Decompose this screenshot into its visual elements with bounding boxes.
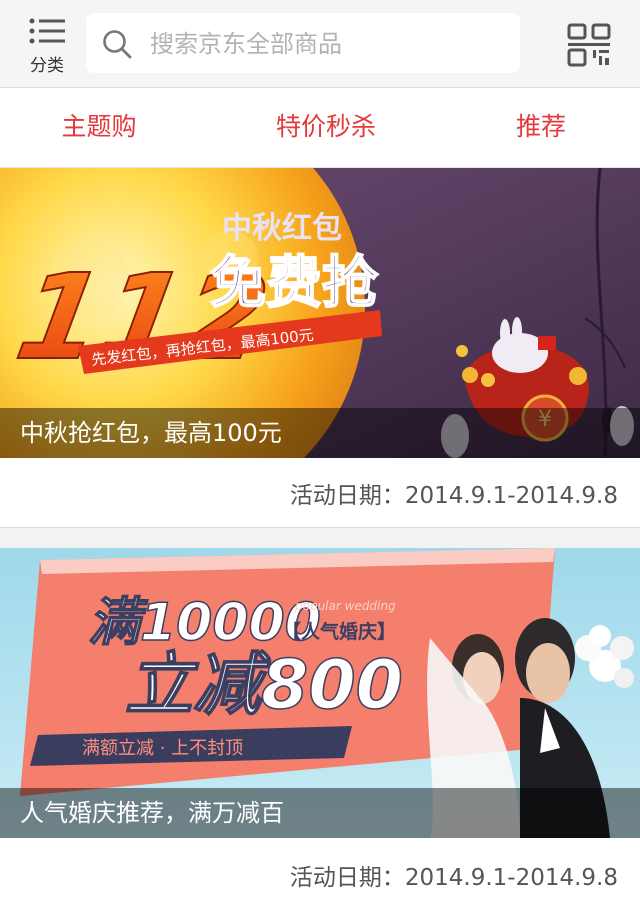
promo-banner-mid-autumn[interactable]: 112 中秋红包 免费抢 先发红包，再抢红包，最高100元 ¥ 中秋抢红包，最高… (0, 168, 640, 458)
search-icon (103, 30, 132, 59)
category-button[interactable]: 分类 (18, 12, 76, 78)
tab-recommend[interactable]: 推荐 (442, 88, 640, 166)
promo-banner-wedding[interactable]: 满10000 popular wedding 【人气婚庆】 立减800 满额立减… (0, 548, 640, 838)
tab-bar: 主题购 特价秒杀 推荐 (0, 88, 640, 168)
list-menu-icon (29, 18, 65, 44)
promo-card: 112 中秋红包 免费抢 先发红包，再抢红包，最高100元 ¥ 中秋抢红包，最高… (0, 168, 640, 528)
wedding-bracket-label: 【人气婚庆】 (282, 620, 396, 643)
top-header: 分类 (0, 0, 640, 88)
search-box[interactable] (86, 13, 520, 75)
promo-caption: 人气婚庆推荐，满万减百 (20, 799, 284, 827)
category-label: 分类 (30, 56, 64, 76)
promo-date: 活动日期：2014.9.1-2014.9.8 (289, 483, 618, 509)
banner-title-small: 中秋红包 (222, 211, 342, 246)
promo-caption: 中秋抢红包，最高100元 (20, 419, 282, 447)
promo-card: 满10000 popular wedding 【人气婚庆】 立减800 满额立减… (0, 548, 640, 910)
qr-scan-icon[interactable] (566, 22, 612, 68)
banner-title-big: 免费抢 (210, 251, 379, 316)
search-input[interactable] (148, 13, 512, 75)
caption-bar: 中秋抢红包，最高100元 (0, 408, 640, 458)
tab-theme-shopping[interactable]: 主题购 (0, 88, 198, 166)
wedding-line2: 立减800 (125, 646, 403, 725)
caption-bar: 人气婚庆推荐，满万减百 (0, 788, 640, 838)
wedding-small-en: popular wedding (294, 599, 396, 613)
wedding-ribbon-text: 满额立减 · 上不封顶 (82, 738, 243, 759)
promo-date: 活动日期：2014.9.1-2014.9.8 (289, 865, 618, 891)
tab-flash-sale[interactable]: 特价秒杀 (226, 88, 426, 166)
